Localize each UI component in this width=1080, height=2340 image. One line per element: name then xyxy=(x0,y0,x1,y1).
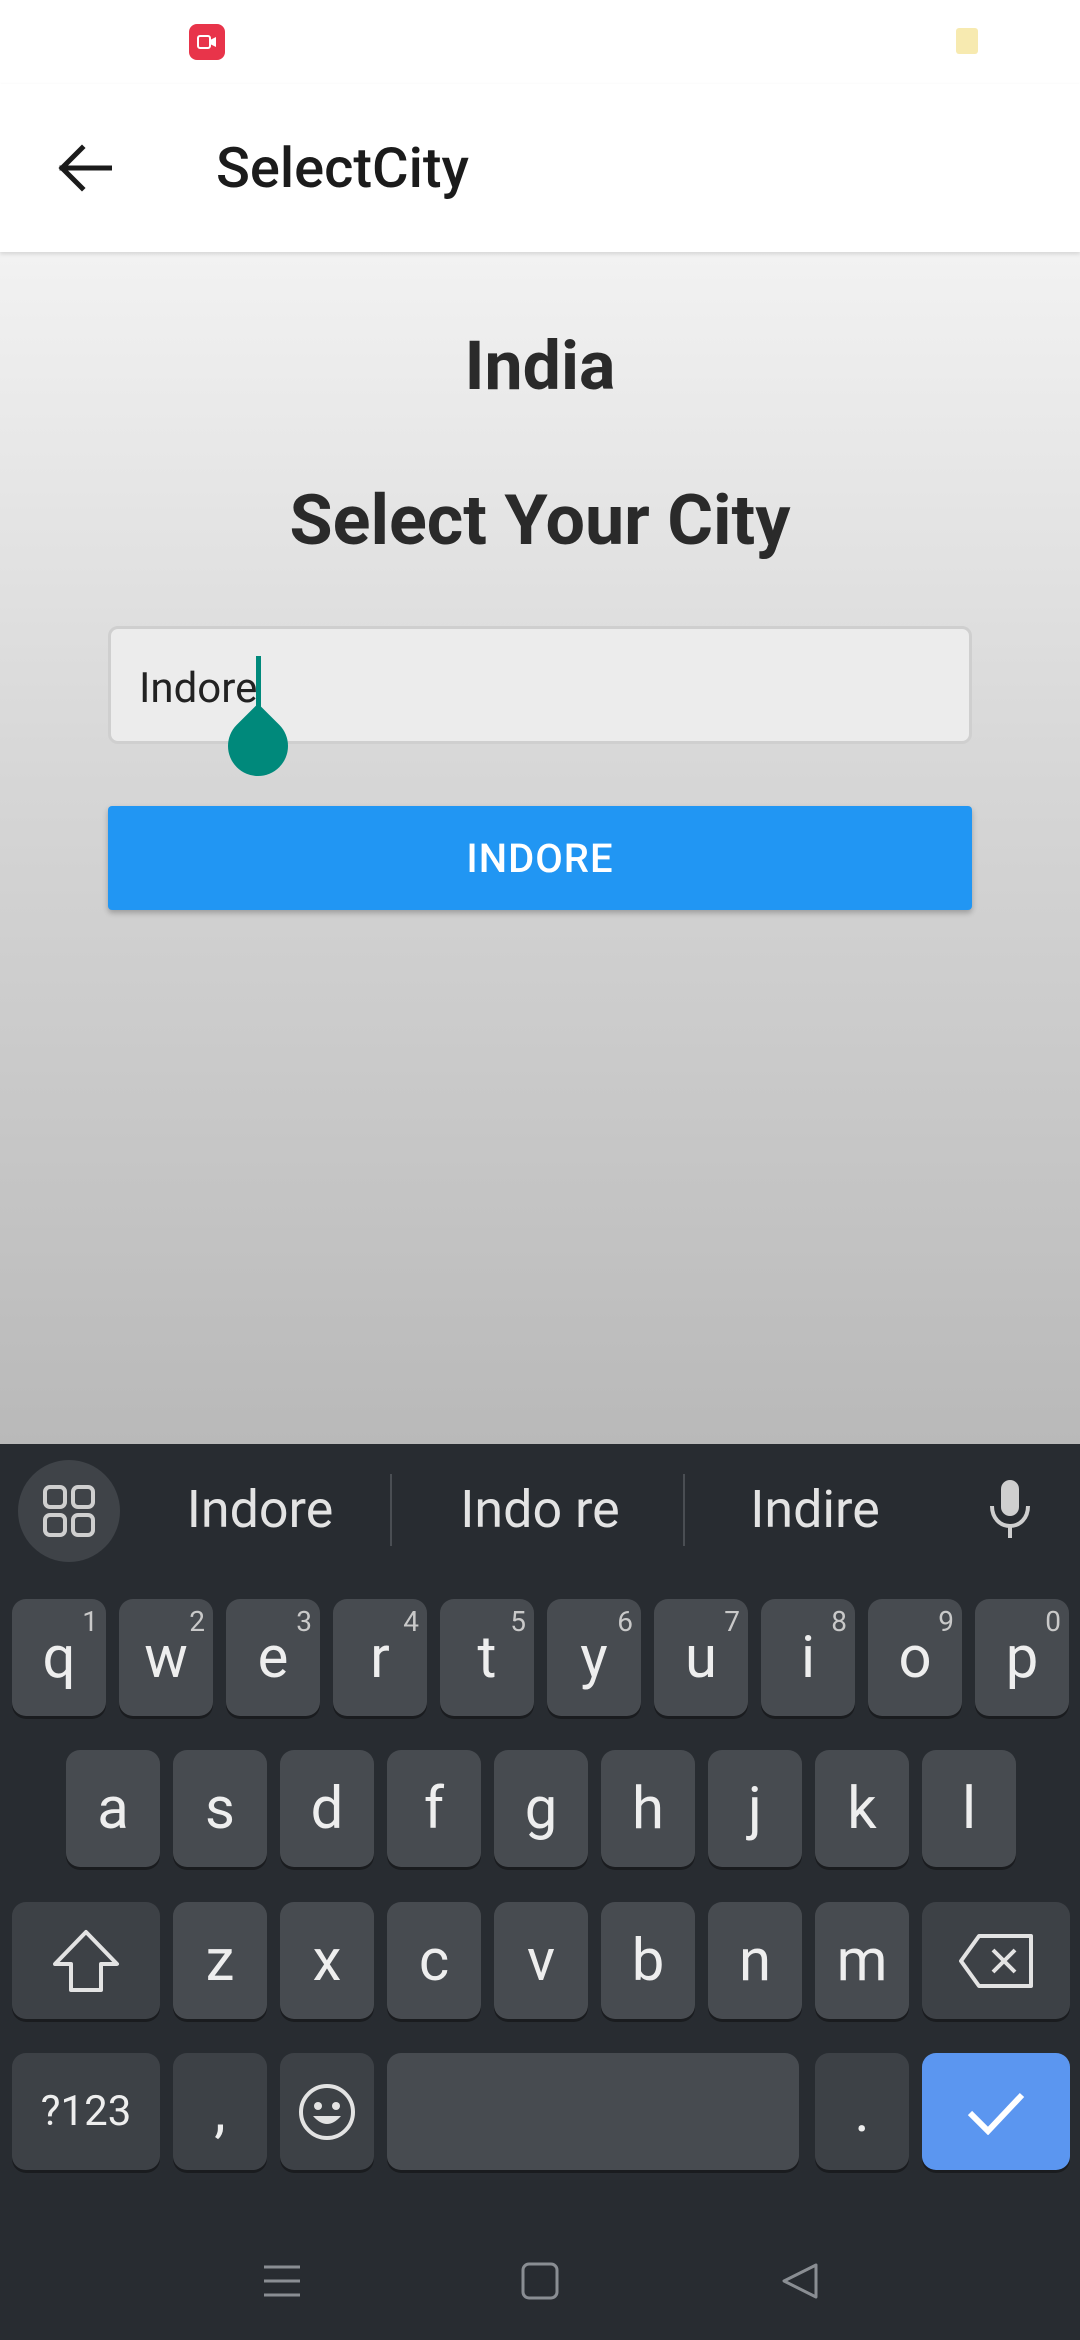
key-q[interactable]: q1 xyxy=(12,1599,106,1716)
key-j[interactable]: j xyxy=(708,1750,802,1867)
checkmark-icon xyxy=(967,2092,1025,2135)
period-key[interactable]: . xyxy=(815,2053,909,2170)
system-nav-bar xyxy=(0,2220,1080,2340)
key-u[interactable]: u7 xyxy=(654,1599,748,1716)
suggestion-divider xyxy=(390,1474,392,1546)
key-b[interactable]: b xyxy=(601,1902,695,2019)
key-c[interactable]: c xyxy=(387,1902,481,2019)
key-f[interactable]: f xyxy=(387,1750,481,1867)
enter-key[interactable] xyxy=(922,2053,1070,2170)
key-x[interactable]: x xyxy=(280,1902,374,2019)
key-s[interactable]: s xyxy=(173,1750,267,1867)
status-bar xyxy=(0,0,1080,84)
key-d[interactable]: d xyxy=(280,1750,374,1867)
back-button[interactable] xyxy=(44,136,124,200)
page-title: SelectCity xyxy=(216,135,469,201)
space-key[interactable] xyxy=(387,2053,799,2170)
city-input-value: Indore xyxy=(139,664,258,713)
microphone-icon xyxy=(990,1480,1030,1538)
arrow-left-icon xyxy=(58,144,112,192)
key-o[interactable]: o9 xyxy=(868,1599,962,1716)
suggestion-3[interactable]: Indire xyxy=(710,1480,920,1540)
nav-back-button[interactable] xyxy=(770,2256,830,2306)
key-e[interactable]: e3 xyxy=(226,1599,320,1716)
home-square-icon xyxy=(521,2262,559,2300)
key-n[interactable]: n xyxy=(708,1902,802,2019)
backspace-icon xyxy=(959,1933,1033,1988)
screen-record-icon xyxy=(189,24,225,60)
main-content: India Select Your City Indore INDORE xyxy=(0,252,1080,1444)
key-a[interactable]: a xyxy=(66,1750,160,1867)
key-w[interactable]: w2 xyxy=(119,1599,213,1716)
key-g[interactable]: g xyxy=(494,1750,588,1867)
key-m[interactable]: m xyxy=(815,1902,909,2019)
suggestion-1[interactable]: Indore xyxy=(150,1480,370,1540)
key-p[interactable]: p0 xyxy=(975,1599,1069,1716)
comma-key[interactable]: , xyxy=(173,2053,267,2170)
nav-menu-button[interactable] xyxy=(252,2256,312,2306)
key-i[interactable]: i8 xyxy=(761,1599,855,1716)
key-h[interactable]: h xyxy=(601,1750,695,1867)
keyboard-menu-button[interactable] xyxy=(18,1460,120,1562)
key-r[interactable]: r4 xyxy=(333,1599,427,1716)
key-y[interactable]: y6 xyxy=(547,1599,641,1716)
suggestion-divider xyxy=(683,1474,685,1546)
key-t[interactable]: t5 xyxy=(440,1599,534,1716)
key-k[interactable]: k xyxy=(815,1750,909,1867)
select-city-heading: Select Your City xyxy=(289,480,791,562)
soft-keyboard: Indore Indo re Indire q1 w2 e3 r4 t5 y6 … xyxy=(0,1444,1080,2340)
battery-icon xyxy=(956,28,978,54)
back-triangle-icon xyxy=(782,2263,818,2299)
suggestion-2[interactable]: Indo re xyxy=(420,1480,660,1540)
shift-key[interactable] xyxy=(12,1902,160,2019)
country-title: India xyxy=(464,326,616,406)
key-v[interactable]: v xyxy=(494,1902,588,2019)
grid-icon xyxy=(43,1485,95,1537)
key-l[interactable]: l xyxy=(922,1750,1016,1867)
emoji-icon xyxy=(299,2083,355,2140)
emoji-key[interactable] xyxy=(280,2053,374,2170)
shift-icon xyxy=(53,1929,119,1992)
city-result-button[interactable]: INDORE xyxy=(108,806,972,910)
symbols-key[interactable]: ?123 xyxy=(12,2053,160,2170)
backspace-key[interactable] xyxy=(922,1902,1070,2019)
app-bar: SelectCity xyxy=(0,84,1080,252)
menu-icon xyxy=(264,2265,300,2297)
suggestion-strip: Indore Indo re Indire xyxy=(0,1444,1080,1574)
key-z[interactable]: z xyxy=(173,1902,267,2019)
voice-input-button[interactable] xyxy=(980,1474,1040,1544)
nav-home-button[interactable] xyxy=(510,2256,570,2306)
